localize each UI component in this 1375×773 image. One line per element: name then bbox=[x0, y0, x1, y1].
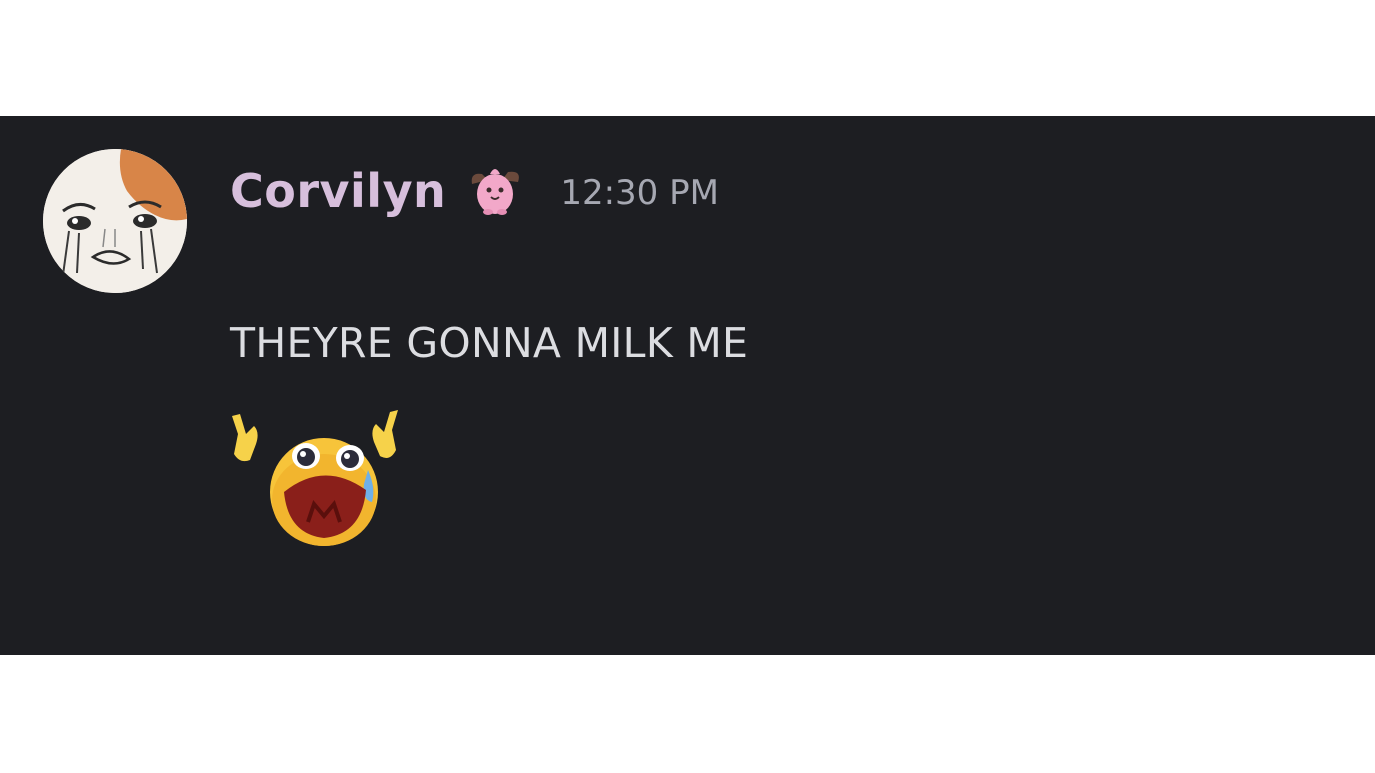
message-timestamp[interactable]: 12:30 PM bbox=[560, 176, 719, 210]
message-content: THEYRE GONNA MILK ME bbox=[230, 319, 749, 367]
author-username[interactable]: Corvilyn bbox=[230, 168, 446, 214]
crying-screaming-emoji[interactable] bbox=[226, 404, 406, 549]
message-header: Corvilyn 12:30 PM bbox=[230, 156, 719, 226]
user-avatar[interactable] bbox=[43, 149, 187, 293]
crying-cartoon-avatar-image bbox=[43, 149, 187, 293]
pink-creature-badge-icon[interactable] bbox=[466, 162, 524, 220]
chat-message-panel: Corvilyn 12:30 PM THEYRE GONNA MILK ME bbox=[0, 116, 1375, 655]
